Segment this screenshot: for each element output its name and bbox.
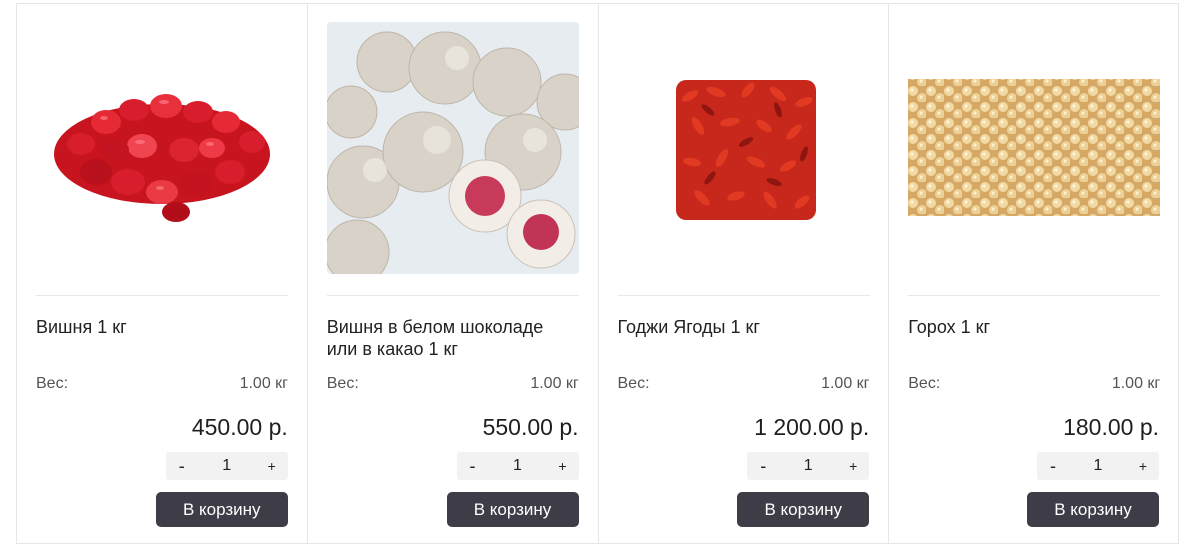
weight-value: 1.00 кг bbox=[821, 375, 870, 392]
product-price: 1 200.00 р. bbox=[754, 414, 870, 440]
decrease-quantity-button[interactable]: - bbox=[174, 456, 190, 477]
card-divider bbox=[326, 295, 579, 296]
quantity-stepper: - 1 + bbox=[1037, 452, 1159, 480]
quantity-value[interactable]: 1 bbox=[513, 457, 522, 475]
product-image-dried-cherry[interactable] bbox=[36, 22, 288, 274]
add-to-cart-button[interactable]: В корзину bbox=[155, 492, 288, 527]
decrease-quantity-button[interactable]: - bbox=[1045, 456, 1061, 477]
product-grid: Вишня 1 кг Вес: 1.00 кг 450.00 р. - 1 + … bbox=[16, 3, 1179, 544]
product-card: Годжи Ягоды 1 кг Вес: 1.00 кг 1 200.00 р… bbox=[599, 4, 890, 543]
weight-label: Вес: bbox=[617, 375, 650, 392]
increase-quantity-button[interactable]: + bbox=[264, 458, 280, 474]
product-price: 550.00 р. bbox=[482, 414, 579, 440]
peas-picture bbox=[908, 79, 1161, 216]
weight-value: 1.00 кг bbox=[239, 375, 288, 392]
dried-cherry-picture bbox=[54, 94, 270, 222]
product-image-goji-berries[interactable] bbox=[618, 22, 870, 274]
increase-quantity-button[interactable]: + bbox=[1135, 458, 1151, 474]
weight-row: Вес: 1.00 кг bbox=[618, 375, 870, 393]
card-divider bbox=[617, 295, 870, 296]
add-to-cart-button[interactable]: В корзину bbox=[737, 492, 870, 527]
product-image-cherry-in-chocolate[interactable] bbox=[326, 22, 579, 274]
weight-row: Вес: 1.00 кг bbox=[327, 375, 579, 393]
product-image-peas[interactable] bbox=[908, 22, 1161, 274]
weight-value: 1.00 кг bbox=[530, 375, 579, 392]
weight-label: Вес: bbox=[326, 375, 359, 392]
quantity-value[interactable]: 1 bbox=[222, 457, 231, 475]
weight-row: Вес: 1.00 кг bbox=[36, 375, 288, 393]
weight-row: Вес: 1.00 кг bbox=[908, 375, 1160, 393]
card-divider bbox=[36, 295, 288, 296]
product-price: 450.00 р. bbox=[191, 414, 288, 440]
product-title[interactable]: Горох 1 кг bbox=[908, 316, 1160, 338]
quantity-value[interactable]: 1 bbox=[804, 457, 813, 475]
white-chocolate-cherry-picture bbox=[326, 22, 579, 274]
product-title[interactable]: Вишня в белом шоколаде или в какао 1 кг bbox=[327, 316, 579, 360]
increase-quantity-button[interactable]: + bbox=[555, 458, 571, 474]
product-title[interactable]: Вишня 1 кг bbox=[36, 316, 288, 338]
weight-label: Вес: bbox=[36, 375, 69, 392]
quantity-stepper: - 1 + bbox=[747, 452, 870, 480]
increase-quantity-button[interactable]: + bbox=[845, 458, 861, 474]
card-divider bbox=[908, 295, 1161, 296]
decrease-quantity-button[interactable]: - bbox=[465, 456, 481, 477]
quantity-stepper: - 1 + bbox=[456, 452, 579, 480]
product-card: Вишня 1 кг Вес: 1.00 кг 450.00 р. - 1 + … bbox=[17, 4, 308, 543]
weight-label: Вес: bbox=[908, 375, 941, 392]
quantity-stepper: - 1 + bbox=[165, 452, 288, 480]
quantity-value[interactable]: 1 bbox=[1094, 457, 1103, 475]
product-price: 180.00 р. bbox=[1063, 414, 1159, 440]
product-card: Горох 1 кг Вес: 1.00 кг 180.00 р. - 1 + … bbox=[889, 4, 1179, 543]
add-to-cart-button[interactable]: В корзину bbox=[446, 492, 579, 527]
decrease-quantity-button[interactable]: - bbox=[755, 456, 771, 477]
goji-berries-picture bbox=[675, 80, 816, 220]
product-title[interactable]: Годжи Ягоды 1 кг bbox=[618, 316, 870, 338]
product-card: Вишня в белом шоколаде или в какао 1 кг … bbox=[308, 4, 599, 543]
weight-value: 1.00 кг bbox=[1111, 375, 1161, 392]
add-to-cart-button[interactable]: В корзину bbox=[1027, 492, 1159, 527]
